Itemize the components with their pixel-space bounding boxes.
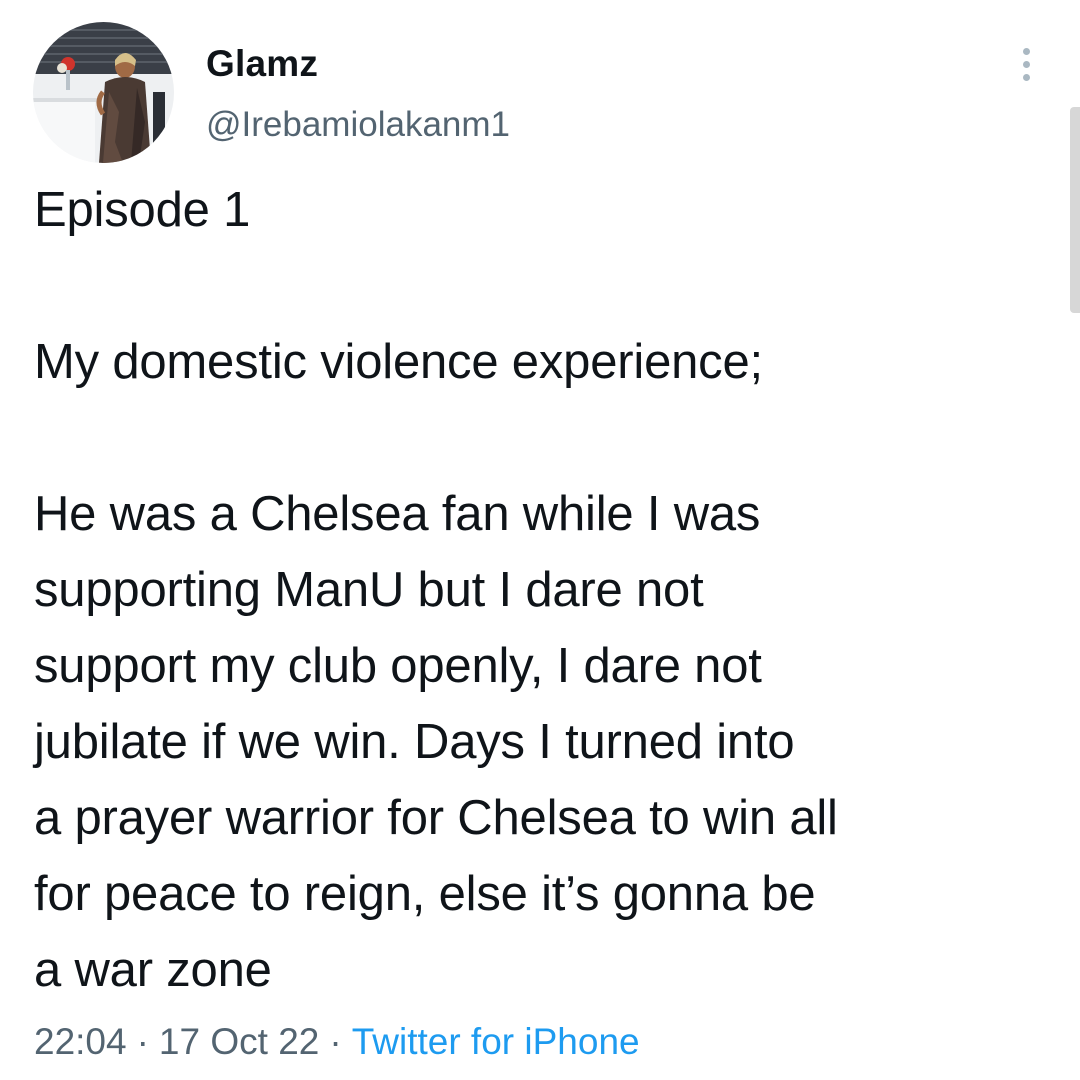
meta-separator: · [136,1021,149,1062]
tweet-time[interactable]: 22:04 [34,1021,127,1062]
avatar-image [33,22,174,163]
meta-separator: · [329,1021,342,1062]
more-options-button[interactable] [1006,40,1046,88]
tweet-paragraph: He was a Chelsea fan while I was support… [34,487,838,997]
more-vertical-icon [1022,47,1030,55]
tweet-paragraph: Episode 1 [34,183,251,237]
author-handle[interactable]: @Irebamiolakanm1 [206,104,510,146]
tweet-paragraph: My domestic violence experience; [34,335,763,389]
scrollbar-thumb[interactable] [1070,107,1080,313]
tweet-source-link[interactable]: Twitter for iPhone [352,1021,640,1062]
tweet-text: Episode 1 My domestic violence experienc… [34,172,1064,1008]
tweet-date[interactable]: 17 Oct 22 [159,1021,319,1062]
tweet-meta: 22:04 · 17 Oct 22 · Twitter for iPhone [34,1020,640,1064]
author-display-name[interactable]: Glamz [206,42,318,86]
avatar[interactable] [33,22,174,163]
